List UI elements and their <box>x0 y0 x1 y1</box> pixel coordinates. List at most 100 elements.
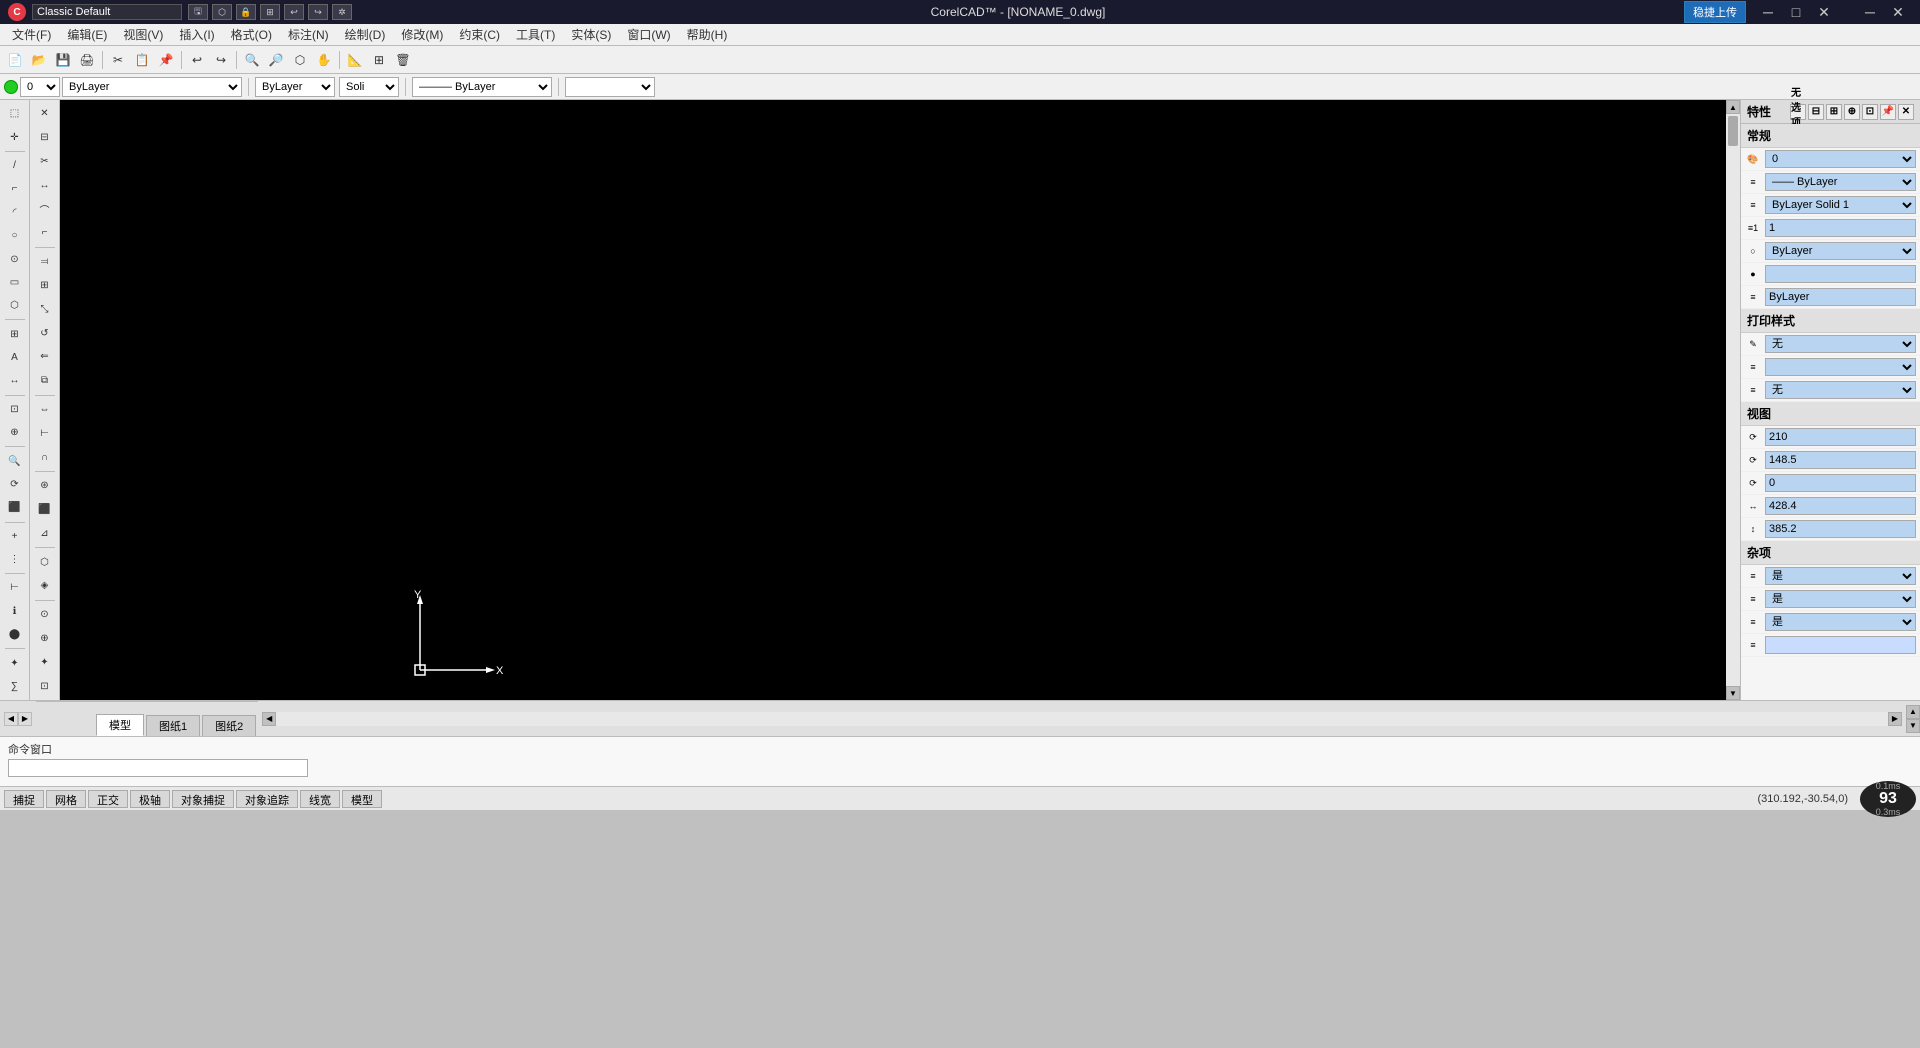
misc-select3[interactable]: 是 <box>1765 613 1916 631</box>
shell-tool[interactable]: ◈ <box>33 575 57 597</box>
scroll-down-button[interactable]: ▼ <box>1726 686 1740 700</box>
objtrack-status-button[interactable]: 对象追踪 <box>236 790 298 808</box>
undo-button[interactable]: ↩ <box>186 49 208 71</box>
properties-close-button[interactable]: ✕ <box>1898 104 1914 120</box>
pan-button[interactable]: ✋ <box>313 49 335 71</box>
inquiry-tool[interactable]: ℹ <box>3 601 27 622</box>
main-minimize-button[interactable]: ─ <box>1754 3 1782 21</box>
copy-button[interactable]: 📋 <box>131 49 153 71</box>
snap-tool[interactable]: + <box>3 525 27 546</box>
paste-button[interactable]: 📌 <box>155 49 177 71</box>
toolbar-icon-4[interactable]: ⊞ <box>260 4 280 20</box>
zoom-in-button[interactable]: 🔍 <box>241 49 263 71</box>
open-button[interactable]: 📂 <box>28 49 50 71</box>
array-tool[interactable]: ⊞ <box>33 275 57 297</box>
linestyle-select[interactable]: ByLayer <box>255 77 335 97</box>
linestyle-type-select[interactable]: Soli <box>339 77 399 97</box>
misc4-tool[interactable]: ⊡ <box>33 675 57 697</box>
properties-btn2[interactable]: ⊞ <box>1826 104 1842 120</box>
dim-tool[interactable]: ↔ <box>3 370 27 391</box>
join-tool[interactable]: ∩ <box>33 446 57 468</box>
layout1-tab[interactable]: 图纸1 <box>146 715 200 736</box>
properties-btn1[interactable]: ⊟ <box>1808 104 1824 120</box>
print-style-select3[interactable]: 无 <box>1765 381 1916 399</box>
menu-view[interactable]: 视图(V) <box>115 24 171 45</box>
menu-dimension[interactable]: 标注(N) <box>280 24 337 45</box>
misc1-tool[interactable]: ⊙ <box>33 604 57 626</box>
plotstyle-select[interactable]: ByLayer <box>1765 242 1916 260</box>
view3d-tool[interactable]: ⬛ <box>3 497 27 518</box>
move-tool[interactable]: ⇐ <box>33 346 57 368</box>
copy2-tool[interactable]: ⧉ <box>33 370 57 392</box>
print-style-select2[interactable] <box>1765 358 1916 376</box>
scale-tool[interactable]: ⤡ <box>33 298 57 320</box>
block-tool[interactable]: ⊡ <box>3 399 27 420</box>
extend-tool[interactable]: ↔ <box>33 174 57 196</box>
lpanel-down-button[interactable]: ▼ <box>1906 719 1920 733</box>
push-tool[interactable]: ⬡ <box>33 551 57 573</box>
pan-tool[interactable]: ✛ <box>3 126 27 147</box>
left-panel-scroll[interactable]: ▲ ▼ <box>1906 705 1920 733</box>
lineweight-select[interactable]: ——— ByLayer <box>412 77 552 97</box>
toolbar-icon-5[interactable]: ↩ <box>284 4 304 20</box>
misc2-tool[interactable]: ⊕ <box>33 628 57 650</box>
hscroll-left-button[interactable]: ◀ <box>262 712 276 726</box>
linewidth-status-button[interactable]: 线宽 <box>300 790 340 808</box>
cut-button[interactable]: ✂ <box>107 49 129 71</box>
hatch-tool[interactable]: ⊞ <box>3 323 27 344</box>
menu-insert[interactable]: 插入(I) <box>171 24 222 45</box>
layer-button[interactable]: ⊞ <box>368 49 390 71</box>
layer-name-select[interactable]: ByLayer <box>62 77 242 97</box>
misc-select1[interactable]: 是 <box>1765 567 1916 585</box>
layout2-tab[interactable]: 图纸2 <box>202 715 256 736</box>
properties-btn5[interactable]: 📌 <box>1880 104 1896 120</box>
menu-tools[interactable]: 工具(T) <box>508 24 563 45</box>
menu-format[interactable]: 格式(O) <box>223 24 280 45</box>
properties-button[interactable]: 📐 <box>344 49 366 71</box>
param-tool[interactable]: ∑ <box>3 676 27 697</box>
sub-close-button[interactable]: ✕ <box>1884 3 1912 21</box>
break-tool[interactable]: ⊢ <box>33 422 57 444</box>
render-tool[interactable]: ⬤ <box>3 624 27 645</box>
toolbar-icon-1[interactable]: 🖫 <box>188 4 208 20</box>
model-status-button[interactable]: 模型 <box>342 790 382 808</box>
surface-tool[interactable]: ⊿ <box>33 523 57 545</box>
misc3-tool[interactable]: ✦ <box>33 651 57 673</box>
constraint-tool[interactable]: ✦ <box>3 652 27 673</box>
redo-button[interactable]: ↪ <box>210 49 232 71</box>
zoom-extents-button[interactable]: ⬡ <box>289 49 311 71</box>
explode-tool[interactable]: ⊛ <box>33 475 57 497</box>
misc-select2[interactable]: 是 <box>1765 590 1916 608</box>
menu-modify[interactable]: 修改(M) <box>393 24 451 45</box>
measure-tool[interactable]: ⊢ <box>3 577 27 598</box>
properties-btn4[interactable]: ⊡ <box>1862 104 1878 120</box>
layer-number-select[interactable]: 0 <box>20 77 60 97</box>
properties-btn3[interactable]: ⊕ <box>1844 104 1860 120</box>
arc-tool[interactable]: ◜ <box>3 202 27 223</box>
cloud-upload-button[interactable]: 稳捷上传 <box>1684 1 1746 23</box>
hscroll-track[interactable] <box>276 712 1888 726</box>
menu-help[interactable]: 帮助(H) <box>679 24 736 45</box>
polyline-tool[interactable]: ⌐ <box>3 178 27 199</box>
menu-file[interactable]: 文件(F) <box>4 24 59 45</box>
save-button[interactable]: 💾 <box>52 49 74 71</box>
print-button[interactable]: 🖨 <box>76 49 98 71</box>
ellipse-tool[interactable]: ⊙ <box>3 248 27 269</box>
menu-window[interactable]: 窗口(W) <box>619 24 678 45</box>
tab-nav-buttons[interactable]: ◀ ▶ <box>0 712 36 726</box>
properties-no-select[interactable]: 无选项▼ <box>1790 104 1806 120</box>
drawing-canvas[interactable]: Y X <box>60 100 1726 700</box>
scroll-thumb[interactable] <box>1728 116 1738 146</box>
polar-status-button[interactable]: 极轴 <box>130 790 170 808</box>
rect-tool[interactable]: ▭ <box>3 272 27 293</box>
snap-status-button[interactable]: 捕捉 <box>4 790 44 808</box>
vertical-scrollbar[interactable]: ▲ ▼ <box>1726 100 1740 700</box>
ortho-status-button[interactable]: 正交 <box>88 790 128 808</box>
solid3d-tool[interactable]: ⬛ <box>33 499 57 521</box>
main-maximize-button[interactable]: □ <box>1782 3 1810 21</box>
new-button[interactable]: 📄 <box>4 49 26 71</box>
toolbar-icon-7[interactable]: ✲ <box>332 4 352 20</box>
text-tool[interactable]: A <box>3 347 27 368</box>
workspace-selector[interactable] <box>32 4 182 20</box>
zoom-out-button[interactable]: 🔎 <box>265 49 287 71</box>
